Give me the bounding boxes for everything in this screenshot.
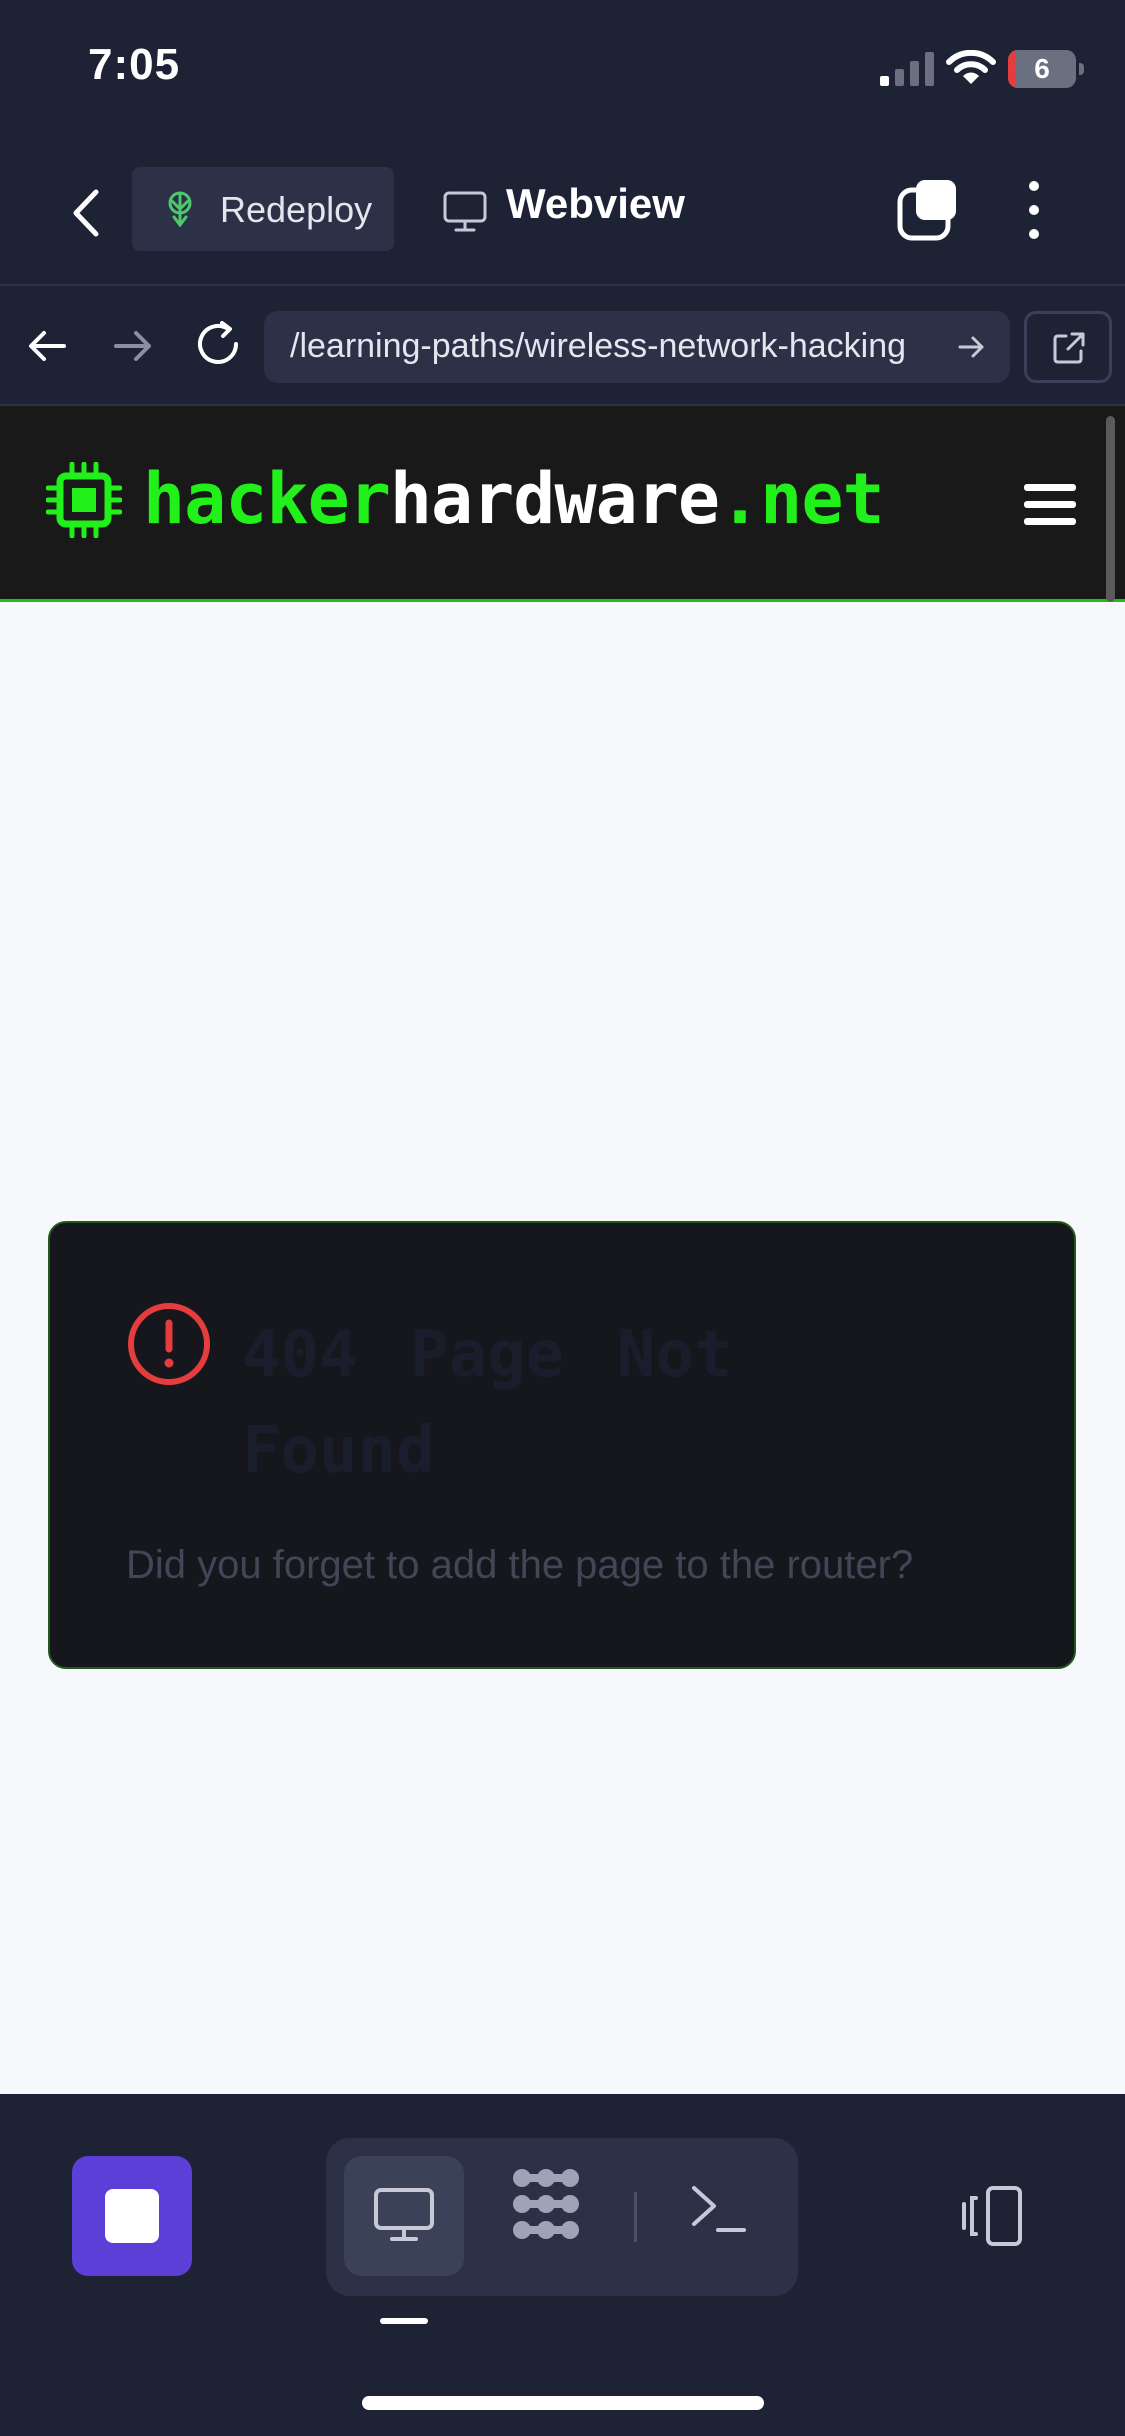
browser-toolbar: /learning-paths/wireless-network-hacking: [0, 288, 1125, 406]
back-button[interactable]: [58, 178, 114, 248]
bottom-toolbar: [0, 2094, 1125, 2436]
browser-back-button[interactable]: [26, 324, 70, 368]
logo-part-net: .net: [719, 458, 885, 540]
app-header: Redeploy Webview: [0, 140, 1125, 286]
logo-part-hacker: hacker: [143, 458, 391, 540]
menu-icon[interactable]: [1022, 480, 1078, 528]
redeploy-icon: [168, 191, 192, 228]
stop-button[interactable]: [72, 2156, 192, 2276]
webview-content: hackerhardware.net 404 Page Not Found Di…: [0, 406, 1125, 2094]
site-logo[interactable]: hackerhardware.net: [143, 458, 885, 540]
open-external-button[interactable]: [1024, 311, 1112, 383]
logo-part-hardware: hardware: [389, 458, 720, 540]
monitor-icon: [443, 191, 487, 232]
active-tab-indicator: [380, 2318, 428, 2324]
webview-title: Webview: [506, 180, 685, 227]
error-title: 404 Page Not Found: [242, 1318, 733, 1488]
device-preview-icon[interactable]: [958, 2184, 1028, 2248]
external-link-icon: [1053, 332, 1085, 364]
tabs-button[interactable]: [896, 178, 960, 242]
cellular-signal-icon: [880, 52, 934, 86]
terminal-icon[interactable]: [688, 2178, 748, 2238]
redeploy-button[interactable]: Redeploy: [132, 167, 394, 251]
error-card: 404 Page Not Found Did you forget to add…: [48, 1221, 1076, 1669]
alert-circle-icon: [128, 1303, 210, 1385]
chip-icon: [46, 462, 122, 538]
browser-forward-button[interactable]: [110, 324, 154, 368]
more-options-button[interactable]: [1016, 178, 1052, 242]
url-text: /learning-paths/wireless-network-hacking: [290, 327, 907, 365]
arrow-right-icon[interactable]: [956, 331, 988, 363]
wifi-icon: [946, 50, 996, 84]
status-bar: 7:05 6: [0, 0, 1125, 140]
redeploy-label: Redeploy: [220, 189, 373, 230]
battery-level: 6: [1034, 53, 1050, 84]
webview-tab-button[interactable]: [344, 2156, 464, 2276]
battery-icon: 6: [1008, 50, 1084, 88]
scrollbar[interactable]: [1106, 416, 1115, 602]
url-input[interactable]: /learning-paths/wireless-network-hacking: [264, 311, 1010, 383]
home-indicator[interactable]: [362, 2396, 764, 2410]
workflow-icon[interactable]: [506, 2164, 586, 2244]
error-message: Did you forget to add the page to the ro…: [126, 1543, 914, 1587]
reload-button[interactable]: [192, 318, 244, 370]
monitor-icon: [374, 2188, 434, 2241]
segment-divider: [634, 2192, 637, 2242]
view-switcher: [326, 2138, 798, 2296]
stop-icon: [105, 2189, 159, 2243]
site-header: hackerhardware.net: [0, 406, 1125, 602]
status-time: 7:05: [88, 40, 181, 89]
